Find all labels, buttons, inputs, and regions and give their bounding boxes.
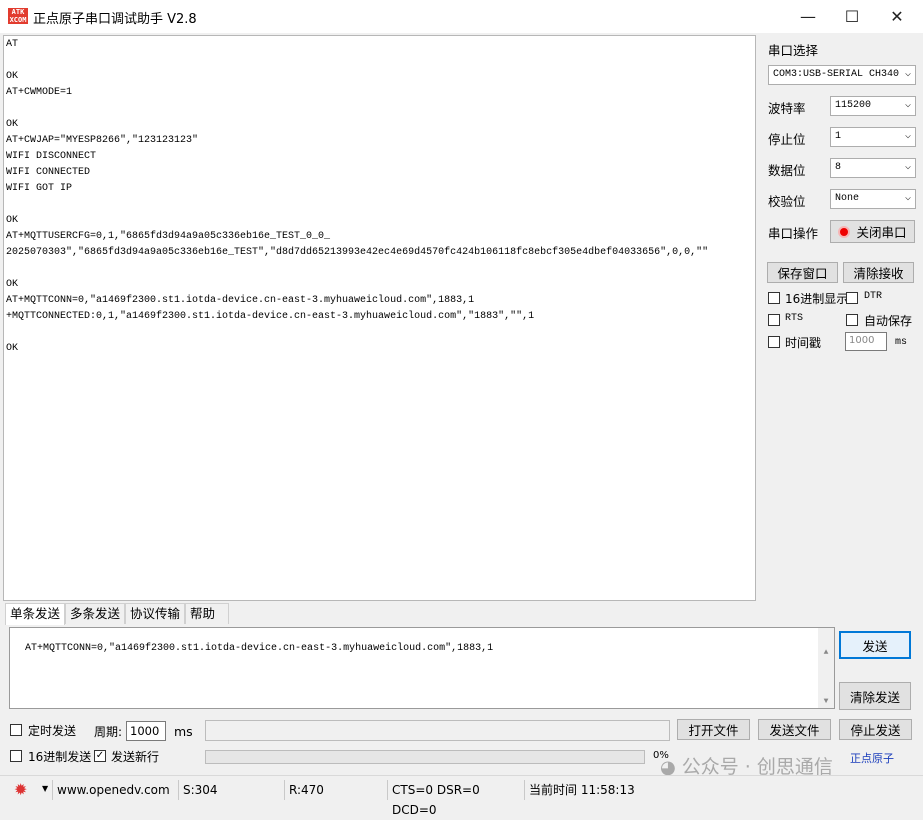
timed-send-label: 定时发送 [28, 724, 77, 738]
stopbits-value: 1 [835, 131, 842, 142]
scroll-up-icon[interactable]: ▲ [818, 648, 834, 657]
sent-count: S:304 [178, 780, 283, 800]
close-port-label: 关闭串口 [856, 225, 907, 240]
databits-select[interactable]: 8 ⌵ [830, 158, 916, 178]
brand-link[interactable]: 正点原子 [850, 750, 894, 766]
autosave-label: 自动保存 [864, 314, 913, 328]
scroll-down-icon[interactable]: ▼ [818, 697, 834, 706]
period-ms-label: ms [174, 724, 193, 739]
tab-help[interactable]: 帮助 [185, 603, 229, 624]
port-label: 串口选择 [768, 43, 819, 58]
tab-single-send[interactable]: 单条发送 [5, 603, 65, 625]
send-file-button[interactable]: 发送文件 [758, 719, 831, 740]
autosave-checkbox[interactable] [846, 314, 858, 326]
send-progress-bar [205, 750, 645, 764]
clear-send-button[interactable]: 清除发送 [839, 682, 911, 710]
save-window-button[interactable]: 保存窗口 [767, 262, 838, 283]
stopbits-label: 停止位 [768, 132, 806, 147]
period-label: 周期: [94, 725, 123, 739]
timestamp-label: 时间戳 [785, 336, 822, 350]
port-status-icon [838, 225, 851, 238]
send-text: AT+MQTTCONN=0,"a1469f2300.st1.iotda-devi… [25, 643, 494, 654]
close-button[interactable]: ✕ [874, 0, 920, 33]
received-count: R:470 [284, 780, 389, 800]
port-select[interactable]: COM3:USB-SERIAL CH340 ⌵ [768, 65, 916, 85]
hex-send-checkbox[interactable] [10, 750, 22, 762]
period-input[interactable]: 1000 [126, 721, 166, 741]
port-value: COM3:USB-SERIAL CH340 [773, 69, 900, 80]
website-link[interactable]: www.openedv.com [52, 780, 177, 800]
serial-op-label: 串口操作 [768, 226, 819, 241]
close-port-button[interactable]: 关闭串口 [830, 220, 915, 243]
timestamp-interval-input[interactable]: 1000 [845, 332, 887, 351]
databits-label: 数据位 [768, 163, 806, 178]
chevron-down-icon: ⌵ [904, 162, 911, 173]
minimize-button[interactable]: — [785, 0, 831, 33]
window-title: 正点原子串口调试助手 V2.8 [33, 12, 197, 27]
stopbits-select[interactable]: 1 ⌵ [830, 127, 916, 147]
dtr-label: DTR [864, 291, 883, 302]
hex-display-label: 16进制显示 [785, 292, 849, 306]
send-scrollbar[interactable]: ▲ ▼ [818, 628, 834, 708]
gear-icon[interactable]: ✹ [14, 780, 27, 799]
hex-display-checkbox[interactable] [768, 292, 780, 304]
parity-label: 校验位 [768, 194, 806, 209]
clear-receive-button[interactable]: 清除接收 [843, 262, 914, 283]
send-newline-label: 发送新行 [111, 750, 160, 764]
chevron-down-icon[interactable]: ▼ [42, 784, 48, 793]
send-textarea[interactable]: AT+MQTTCONN=0,"a1469f2300.st1.iotda-devi… [9, 627, 835, 709]
tab-multi-send[interactable]: 多条发送 [65, 603, 125, 624]
dtr-checkbox[interactable] [846, 292, 858, 304]
parity-value: None [835, 193, 860, 204]
tab-protocol[interactable]: 协议传输 [125, 603, 185, 624]
title-bar: ATK XCOM 正点原子串口调试助手 V2.8 — ☐ ✕ [0, 0, 923, 33]
hex-send-label: 16进制发送 [28, 750, 92, 764]
file-path-field[interactable] [205, 720, 670, 741]
rts-label: RTS [785, 313, 804, 324]
baud-value: 115200 [835, 100, 872, 111]
chevron-down-icon: ⌵ [904, 69, 911, 80]
app-logo: ATK XCOM [8, 8, 28, 24]
baud-select[interactable]: 115200 ⌵ [830, 96, 916, 116]
timed-send-checkbox[interactable] [10, 724, 22, 736]
send-newline-checkbox[interactable]: ✓ [94, 750, 106, 762]
chevron-down-icon: ⌵ [904, 100, 911, 111]
status-bar: ✹ ▼ www.openedv.com S:304 R:470 CTS=0 DS… [0, 775, 923, 817]
parity-select[interactable]: None ⌵ [830, 189, 916, 209]
chevron-down-icon: ⌵ [904, 131, 911, 142]
open-file-button[interactable]: 打开文件 [677, 719, 750, 740]
maximize-button[interactable]: ☐ [829, 0, 875, 33]
rts-checkbox[interactable] [768, 314, 780, 326]
timestamp-ms-label: ms [895, 337, 908, 348]
baud-label: 波特率 [768, 101, 806, 116]
line-status: CTS=0 DSR=0 DCD=0 [387, 780, 522, 817]
receive-textarea[interactable]: AT OK AT+CWMODE=1 OK AT+CWJAP="MYESP8266… [3, 35, 756, 601]
databits-value: 8 [835, 162, 842, 173]
current-time: 当前时间 11:58:13 [524, 780, 679, 800]
stop-send-button[interactable]: 停止发送 [839, 719, 912, 740]
chevron-down-icon: ⌵ [904, 193, 911, 204]
timestamp-checkbox[interactable] [768, 336, 780, 348]
send-button[interactable]: 发送 [839, 631, 911, 659]
